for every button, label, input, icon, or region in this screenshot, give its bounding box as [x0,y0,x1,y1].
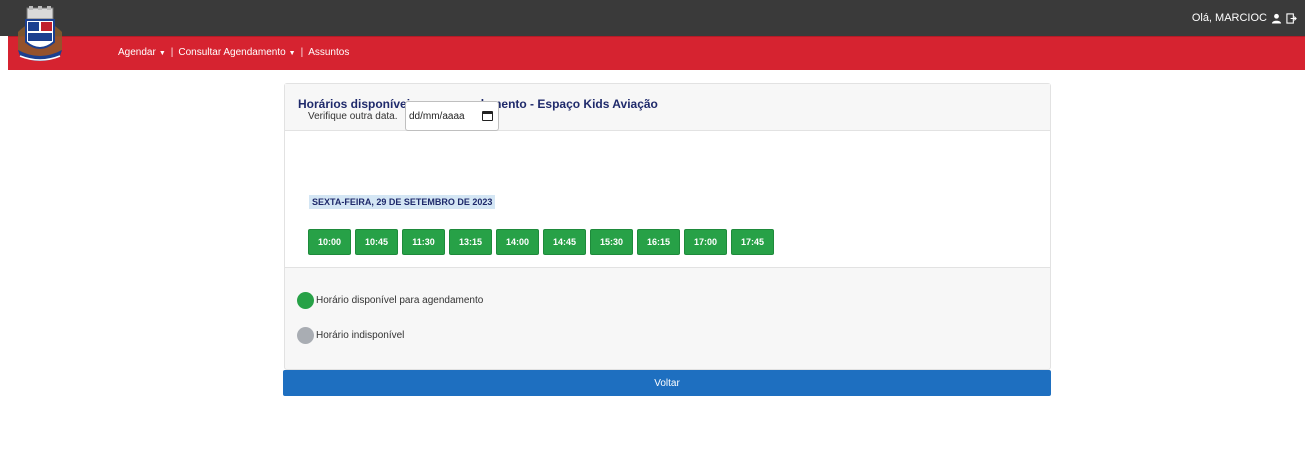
nav-item-agendar[interactable]: Agendar ▼ [118,47,166,58]
time-slot-button[interactable]: 11:30 [402,229,445,255]
caret-down-icon: ▼ [288,50,296,57]
caret-down-icon: ▼ [158,50,166,57]
time-slot-button[interactable]: 13:15 [449,229,492,255]
time-slot-button[interactable]: 17:45 [731,229,774,255]
user-area: Olá, MARCIOC [1192,12,1297,24]
logout-icon[interactable] [1286,12,1297,24]
legend-unavailable-label: Horário indisponível [316,330,405,341]
user-icon[interactable] [1271,13,1282,24]
card-header: Horários disponíveis para agendamento - … [285,84,1050,131]
time-slot-button[interactable]: 16:15 [637,229,680,255]
date-field[interactable]: dd/mm/aaaa [405,101,499,131]
user-greeting[interactable]: Olá, MARCIOC [1192,12,1267,24]
top-bar: Olá, MARCIOC [0,0,1305,36]
back-button[interactable]: Voltar [283,370,1051,396]
time-slot-button[interactable]: 14:00 [496,229,539,255]
legend-available: Horário disponível para agendamento [297,292,483,309]
time-slot-button[interactable]: 10:45 [355,229,398,255]
day-heading: SEXTA-FEIRA, 29 DE SETEMBRO DE 2023 [309,192,496,210]
time-slot-button[interactable]: 15:30 [590,229,633,255]
date-label: Verifique outra data. [308,111,398,122]
time-slots: 10:00 10:45 11:30 13:15 14:00 14:45 15:3… [308,229,774,255]
date-placeholder: dd/mm/aaaa [409,110,465,122]
calendar-icon[interactable] [482,111,493,121]
green-dot-icon [297,292,314,309]
legend-unavailable: Horário indisponível [297,327,404,344]
city-coat-of-arms-logo[interactable] [14,6,66,68]
day-heading-text: SEXTA-FEIRA, 29 DE SETEMBRO DE 2023 [309,195,496,209]
time-slot-button[interactable]: 17:00 [684,229,727,255]
time-slot-button[interactable]: 10:00 [308,229,351,255]
nav-separator: | [300,47,304,58]
time-slot-button[interactable]: 14:45 [543,229,586,255]
nav-item-assuntos[interactable]: Assuntos [308,47,349,58]
nav-item-consultar-agendamento[interactable]: Consultar Agendamento ▼ [178,47,295,58]
main-nav: Agendar ▼ | Consultar Agendamento ▼ | Assu… [118,47,349,58]
gray-dot-icon [297,327,314,344]
legend-available-label: Horário disponível para agendamento [316,295,484,306]
nav-separator: | [170,47,174,58]
